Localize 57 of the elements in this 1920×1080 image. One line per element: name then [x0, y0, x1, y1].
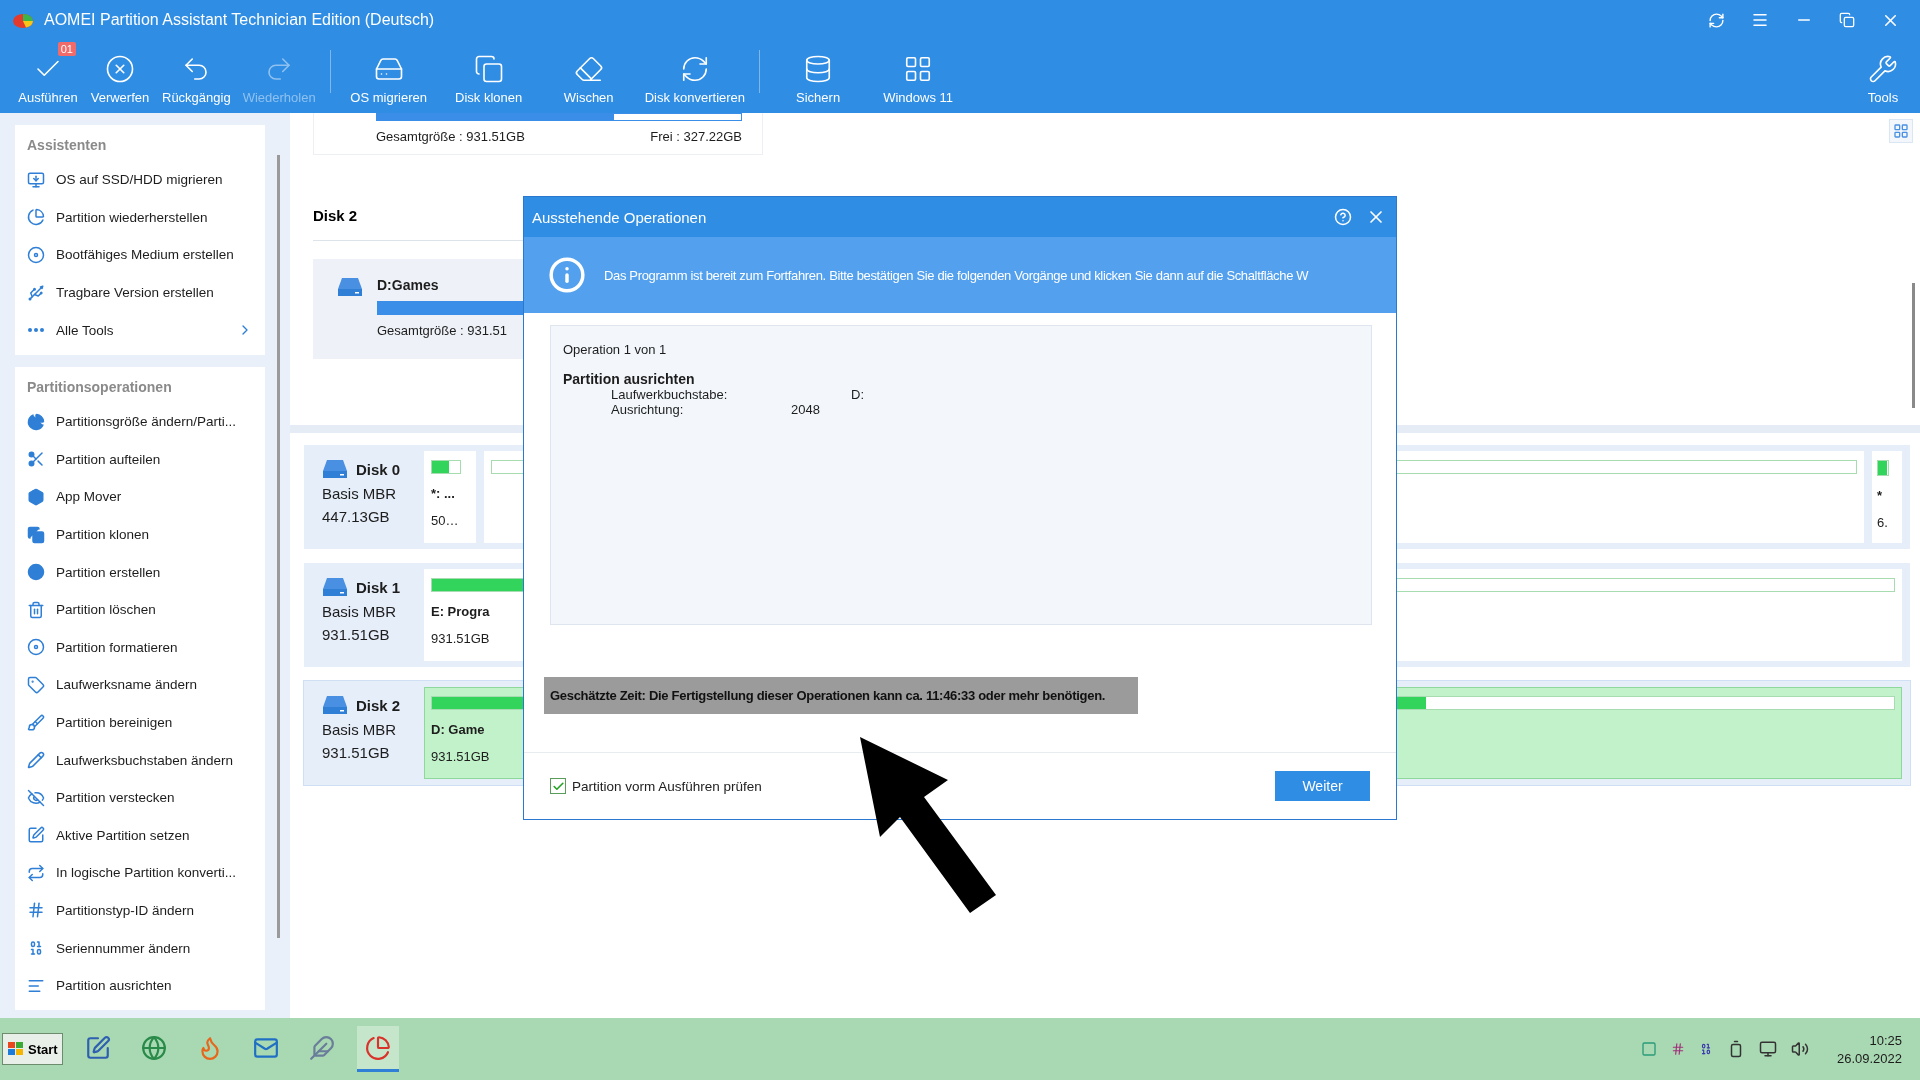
- disk-size: 931.51GB: [322, 744, 391, 761]
- item-label: Partition aufteilen: [56, 451, 162, 467]
- clock-time: 10:25: [1869, 1032, 1902, 1048]
- partition-size: 6.: [1877, 515, 1889, 530]
- item-label: Tragbare Version erstellen: [56, 285, 215, 301]
- disk-name: Disk 2: [356, 696, 401, 714]
- item-label: OS auf SSD/HDD migrieren: [56, 172, 224, 188]
- item-label: Partitionsgröße ändern/Parti...: [56, 414, 238, 430]
- section-title: Partitionsoperationen: [26, 377, 173, 397]
- time-estimate: Geschätzte Zeit: Die Fertigstellung dieser Operationen kann ca. 11:46:33 oder mehr benötigen.: [544, 677, 1138, 714]
- item-label: Partitionstyp-ID ändern: [56, 903, 196, 918]
- item-label: App Mover: [56, 489, 123, 505]
- item-label: In logische Partition konverti...: [56, 865, 238, 881]
- dialog-title: Ausstehende Operationen: [532, 208, 708, 226]
- partition-label: D: Game: [431, 722, 486, 737]
- partition-size: 931.51GB: [431, 749, 491, 764]
- item-label: Bootfähiges Medium erstellen: [56, 247, 235, 263]
- window-title: AOMEI Partition Assistant Technician Edition (Deutsch): [44, 11, 436, 29]
- item-label: Partition formatieren: [56, 639, 179, 655]
- item-label: Partition klonen: [56, 527, 151, 543]
- total-size: Gesamtgröße : 931.51GB: [376, 129, 525, 144]
- partition-size: 931.51GB: [431, 631, 491, 646]
- item-label: Alle Tools: [56, 322, 115, 338]
- operation-counter: Operation 1 von 1: [563, 342, 668, 357]
- item-label: Seriennummer ändern: [56, 940, 192, 956]
- detail-label: Laufwerkbuchstabe:: [611, 387, 729, 402]
- disk-type: Basis MBR: [322, 603, 398, 620]
- item-label: Aktive Partition setzen: [56, 827, 191, 843]
- item-label: Partition erstellen: [56, 564, 162, 580]
- disk-size: 931.51GB: [322, 626, 391, 643]
- section-title: Assistenten: [26, 136, 108, 155]
- clock-date: 26.09.2022: [1836, 1050, 1902, 1066]
- item-label: Laufwerksbuchstaben ändern: [56, 752, 235, 768]
- item-label: Partition verstecken: [56, 790, 176, 806]
- detail-value: D:: [851, 387, 865, 402]
- operation-title: Partition ausrichten: [563, 371, 696, 387]
- disk-name: Disk 0: [356, 460, 401, 478]
- item-label: Partition wiederherstellen: [56, 209, 209, 225]
- partition-size: 50…: [431, 513, 460, 528]
- item-label: Partition bereinigen: [56, 715, 174, 730]
- item-label: Partition löschen: [56, 602, 157, 618]
- count-badge: 01: [57, 42, 76, 56]
- detail-label: Ausrichtung:: [611, 402, 685, 417]
- partition-label: *: ...: [431, 486, 456, 501]
- disk-heading: Disk 2: [313, 207, 358, 224]
- detail-value: 2048: [791, 402, 821, 417]
- item-label: Laufwerksname ändern: [56, 677, 199, 693]
- free-size: Frei : 327.22GB: [650, 129, 742, 144]
- partition-label: *: [1877, 488, 1884, 503]
- disk-size: 447.13GB: [322, 508, 391, 525]
- disk-name: Disk 1: [356, 578, 401, 596]
- partition-label: E: Progra: [431, 604, 491, 619]
- disk-type: Basis MBR: [322, 721, 398, 738]
- disk-type: Basis MBR: [322, 485, 398, 502]
- total-size: Gesamtgröße : 931.51: [377, 323, 509, 338]
- item-label: Partition ausrichten: [56, 978, 173, 994]
- info-text: Das Programm ist bereit zum Fortfahren. Bitte bestätigen Sie die folgenden Vorgänge und klicken Sie dann auf die Schaltfläche W: [604, 267, 1309, 283]
